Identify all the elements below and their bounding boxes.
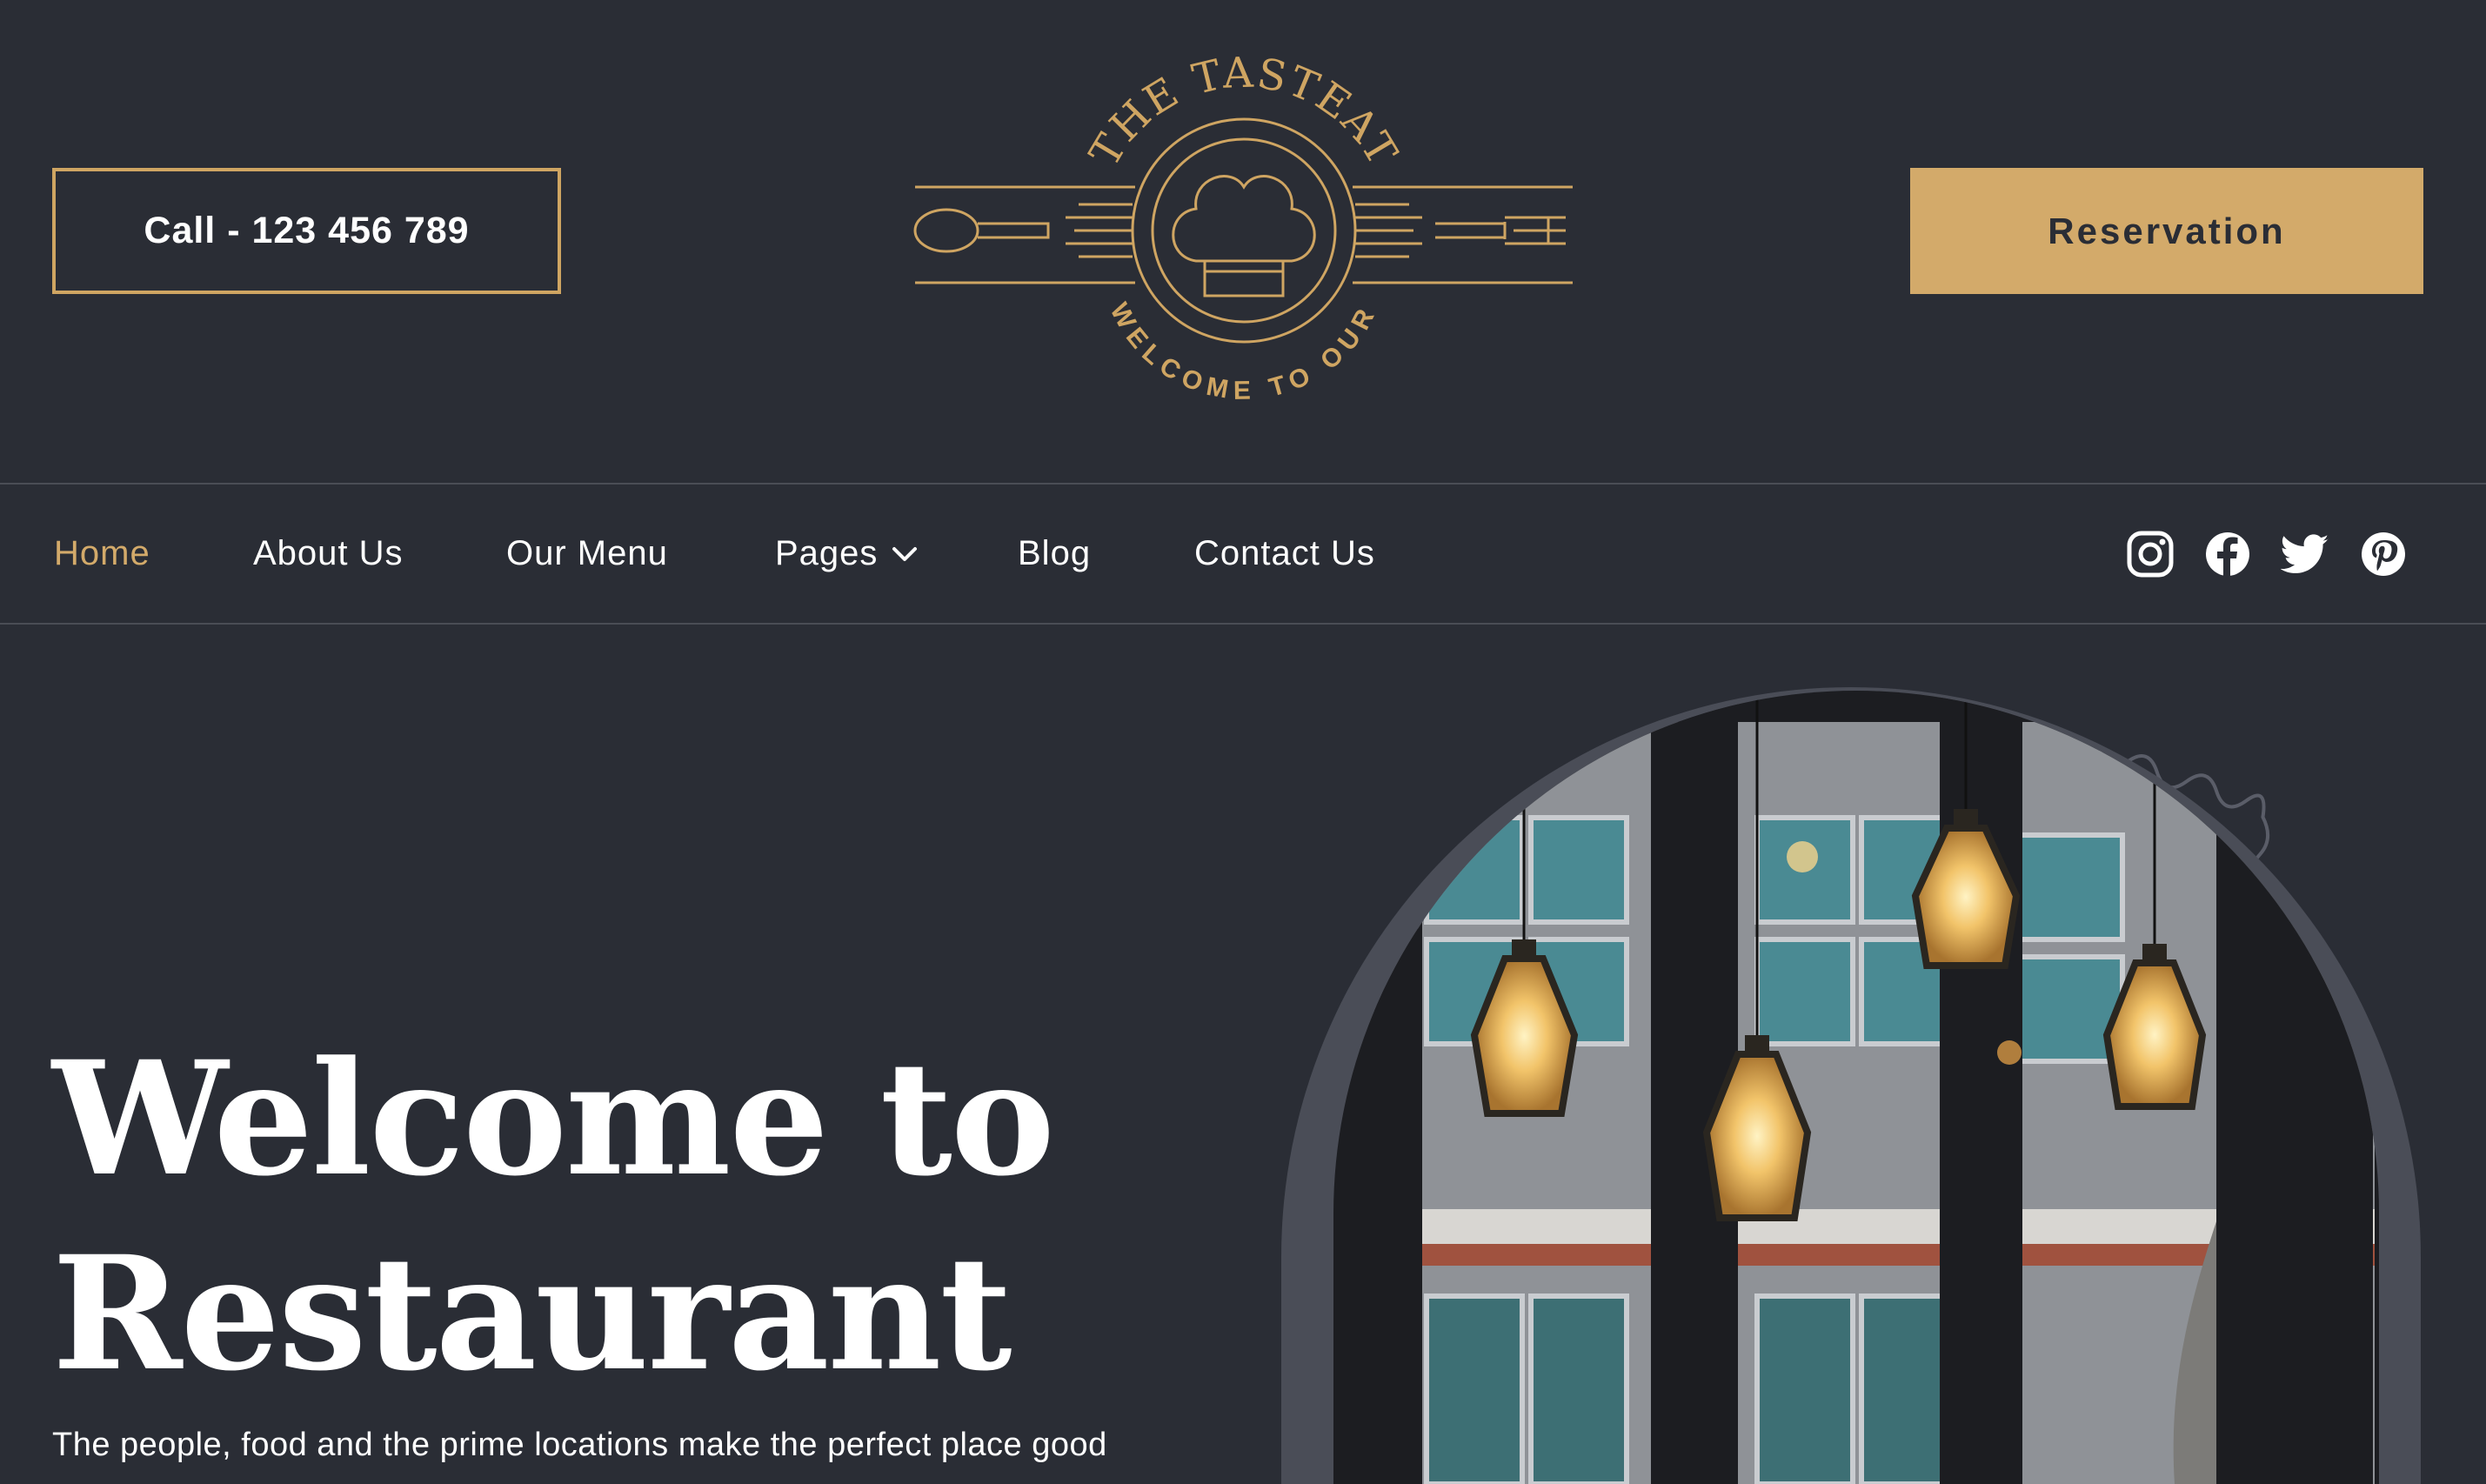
nav-item-pages[interactable]: Pages	[775, 485, 918, 623]
pinterest-icon[interactable]	[2359, 530, 2408, 578]
chevron-down-icon	[892, 545, 918, 563]
hero-title-line-1: Welcome to	[52, 1027, 1055, 1211]
main-navigation: Home About Us Our Menu Pages Blog Contac…	[0, 483, 2486, 625]
hero-title: Welcome to Restaurant	[52, 1022, 1183, 1412]
site-logo[interactable]: THE TASTEAT WELCOME TO OUR	[905, 52, 1583, 409]
facebook-icon[interactable]	[2203, 530, 2252, 578]
logo-top-text: THE TASTEAT	[1080, 52, 1406, 175]
hero-subtitle: The people, food and the prime locations…	[52, 1427, 1107, 1463]
svg-text:WELCOME TO OUR: WELCOME TO OUR	[1105, 298, 1384, 405]
nav-item-blog[interactable]: Blog	[1018, 485, 1091, 623]
logo-bottom-text: WELCOME TO OUR	[1105, 298, 1377, 405]
site-header: Call - 123 456 789 THE TASTEAT WELCOME T…	[0, 0, 2486, 483]
nav-item-about-us[interactable]: About Us	[253, 485, 404, 623]
instagram-icon[interactable]	[2126, 530, 2175, 578]
nav-item-our-menu[interactable]: Our Menu	[506, 485, 668, 623]
nav-item-contact-us[interactable]: Contact Us	[1194, 485, 1375, 623]
svg-text:THE TASTEAT: THE TASTEAT	[1080, 52, 1407, 175]
twitter-icon[interactable]	[2280, 530, 2329, 578]
nav-item-home[interactable]: Home	[54, 485, 150, 623]
call-button[interactable]: Call - 123 456 789	[52, 168, 561, 294]
reservation-button[interactable]: Reservation	[1910, 168, 2423, 294]
hero-title-line-2: Restaurant	[52, 1222, 1012, 1406]
hero-image	[1281, 687, 2421, 1484]
nav-item-pages-label: Pages	[775, 534, 879, 572]
